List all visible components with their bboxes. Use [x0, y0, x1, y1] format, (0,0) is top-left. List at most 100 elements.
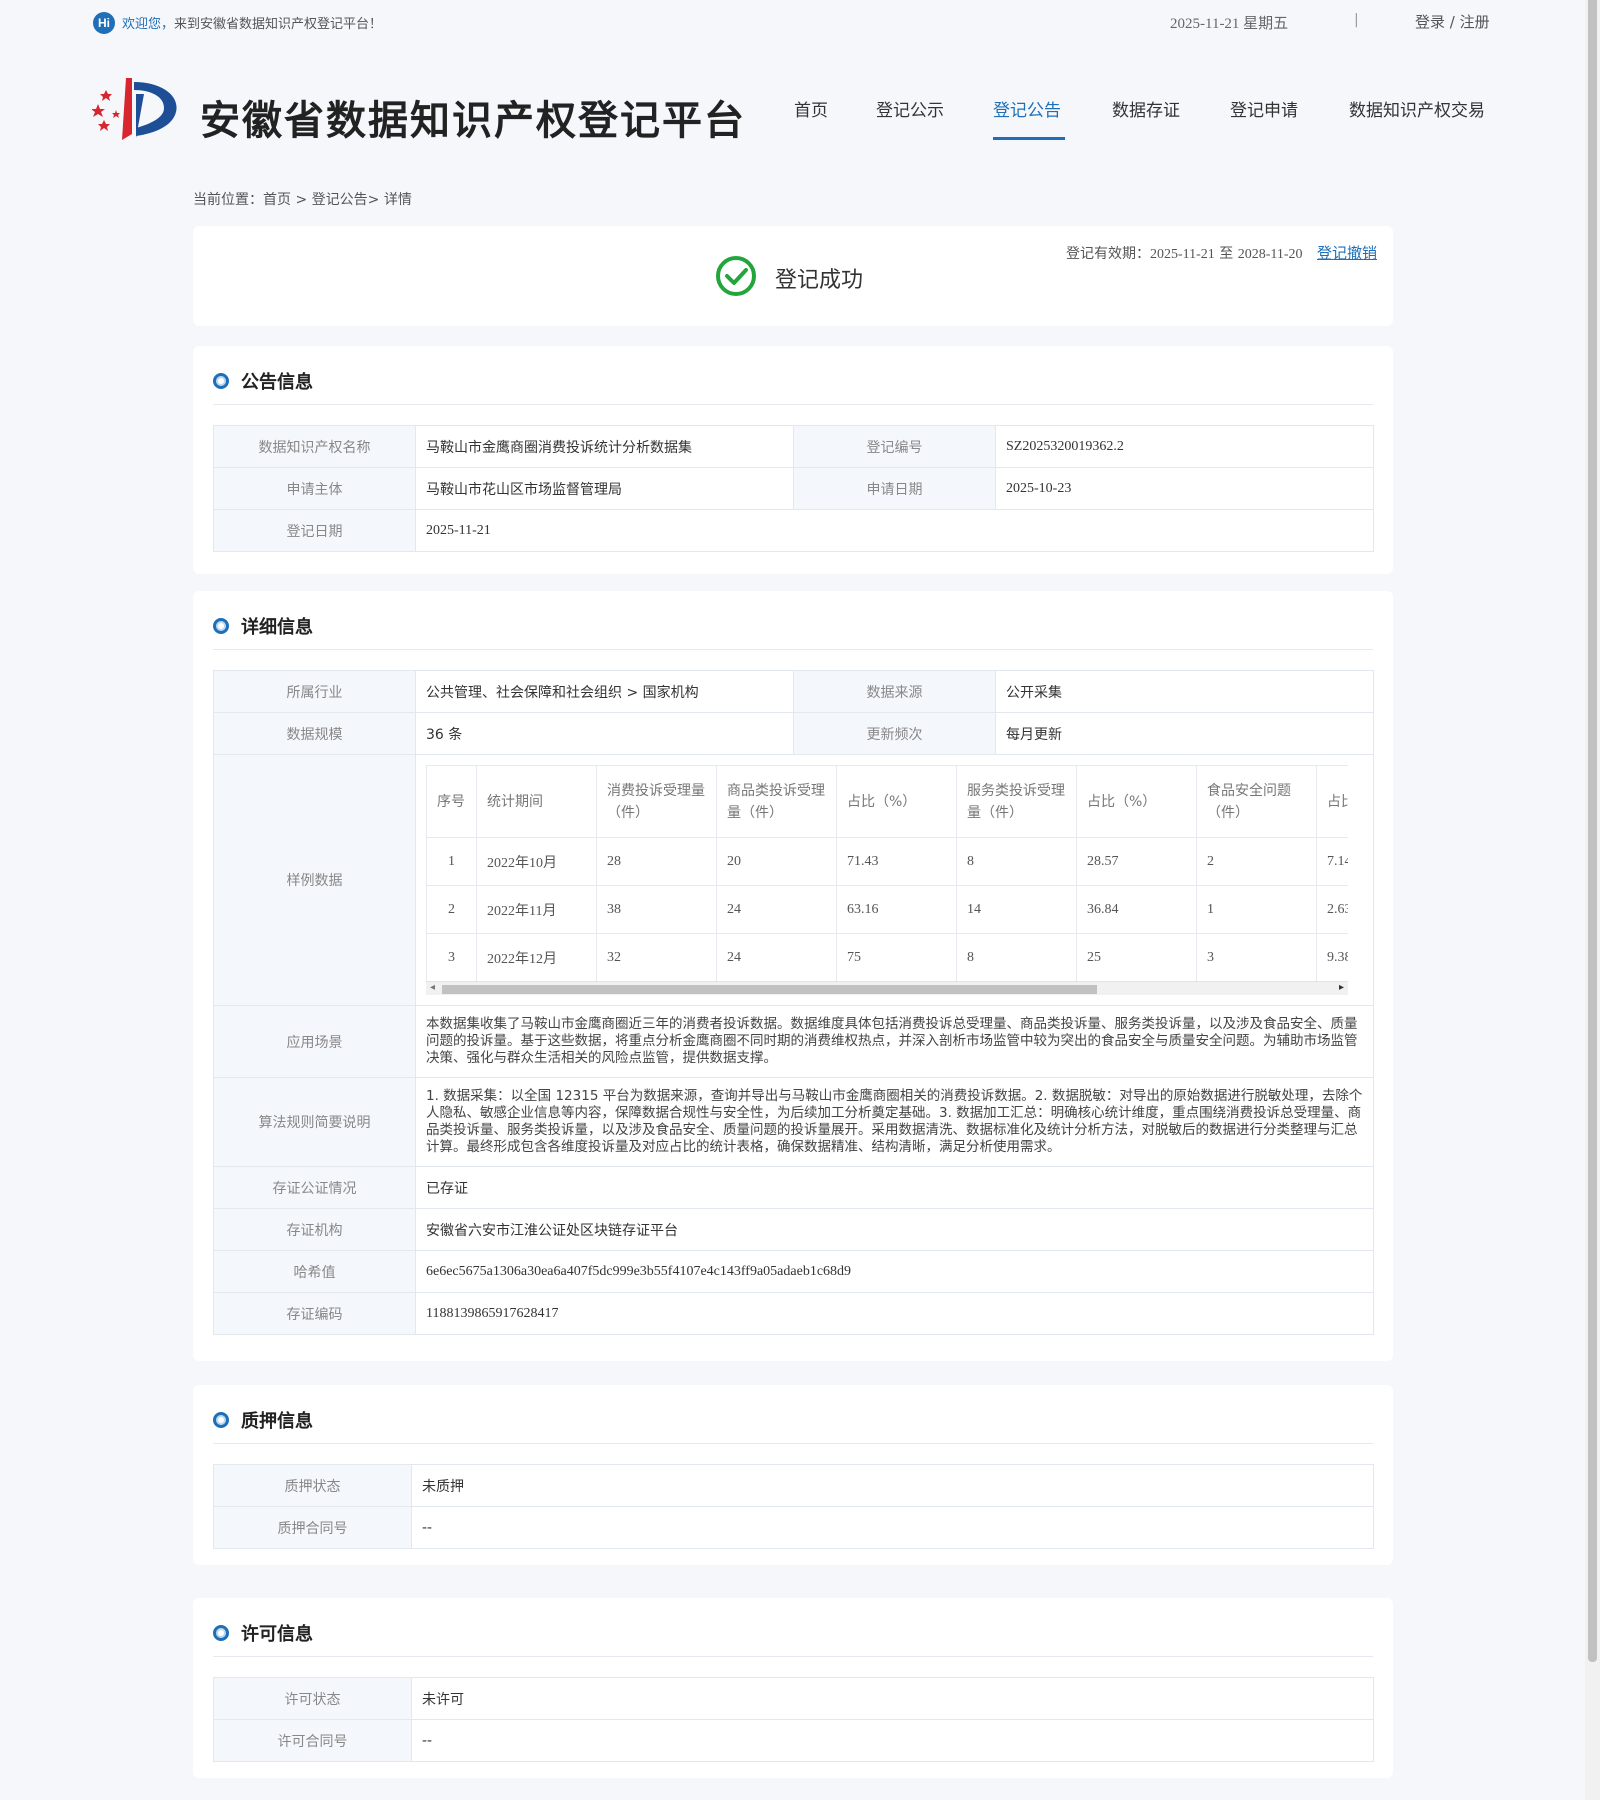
hi-icon: Hi [93, 12, 115, 34]
section-header: 公告信息 [213, 366, 313, 396]
sample-horizontal-scrollbar[interactable]: ◂ ▸ [426, 981, 1348, 995]
breadcrumb-section[interactable]: 登记公告 [312, 192, 368, 208]
pledge-card: 质押信息 质押状态 未质押 质押合同号 -- [193, 1385, 1393, 1565]
login-link[interactable]: 登录 [1415, 13, 1445, 31]
page-vertical-scrollbar[interactable] [1585, 0, 1600, 1800]
freq-label: 更新频次 [793, 712, 996, 755]
nav-publicity[interactable]: 登记公示 [876, 96, 944, 121]
section-title: 许可信息 [241, 1624, 313, 1645]
section-divider [213, 1443, 1373, 1444]
algo-text: 1. 数据采集：以全国 12315 平台为数据来源，查询并导出与马鞍山市金鹰商圈… [426, 1088, 1363, 1155]
table-row: 质押状态 未质押 [213, 1464, 1374, 1507]
nav-announcement[interactable]: 登记公告 [993, 96, 1061, 121]
scroll-right-arrow-icon[interactable]: ▸ [1339, 982, 1344, 993]
reg-date-label: 登记日期 [213, 509, 416, 552]
sample-header: 占比（%） [1076, 765, 1197, 838]
nav-apply[interactable]: 登记申请 [1230, 96, 1298, 121]
revoke-link[interactable]: 登记撤销 [1317, 242, 1377, 263]
section-title: 公告信息 [241, 372, 313, 393]
sample-cell: 25 [1076, 933, 1197, 982]
sample-scroll-area[interactable]: 序号 统计期间 消费投诉受理量（件） 商品类投诉受理量（件） 占比（%） 服务类… [426, 765, 1348, 995]
reg-no-value: SZ2025320019362.2 [995, 425, 1374, 468]
sample-cell: 2022年10月 [476, 837, 597, 886]
auth-links: 登录 / 注册 [1415, 11, 1490, 32]
success-check-icon [716, 256, 756, 296]
section-bullet-icon [213, 373, 229, 389]
section-divider [213, 1656, 1373, 1657]
apply-date-label: 申请日期 [793, 467, 996, 510]
sample-cell: 3 [1196, 933, 1317, 982]
table-row: 许可合同号 -- [213, 1719, 1374, 1762]
pledge-contract-label: 质押合同号 [213, 1506, 412, 1549]
table-row: 应用场景 本数据集收集了马鞍山市金鹰商圈近三年的消费者投诉数据。数据维度具体包括… [213, 1005, 1374, 1078]
section-title: 详细信息 [241, 617, 313, 638]
sample-header: 商品类投诉受理量（件） [716, 765, 837, 838]
license-contract-label: 许可合同号 [213, 1719, 412, 1762]
validity-label: 登记有效期： [1066, 246, 1150, 262]
status-card: 登记成功 登记有效期：2025-11-21 至 2028-11-20 登记撤销 [193, 226, 1393, 326]
code-label: 存证编码 [213, 1292, 416, 1335]
sample-cell: 20 [716, 837, 837, 886]
pledge-contract-value: -- [411, 1506, 1374, 1549]
detail-table: 所属行业 公共管理、社会保障和社会组织 > 国家机构 数据来源 公开采集 数据规… [213, 670, 1374, 1335]
breadcrumb: 当前位置：首页 > 登记公告> 详情 [193, 189, 412, 209]
license-table: 许可状态 未许可 许可合同号 -- [213, 1677, 1374, 1762]
scale-value: 36 条 [415, 712, 794, 755]
org-label: 存证机构 [213, 1208, 416, 1251]
auth-slash: / [1445, 13, 1460, 31]
sample-cell: 8 [956, 933, 1077, 982]
license-status-label: 许可状态 [213, 1677, 412, 1720]
sample-cell: 序号 统计期间 消费投诉受理量（件） 商品类投诉受理量（件） 占比（%） 服务类… [415, 754, 1374, 1006]
nav-active-indicator [993, 137, 1065, 140]
sample-cell: 2022年12月 [476, 933, 597, 982]
sample-cell: 36.84 [1076, 885, 1197, 934]
sample-cell: 2.63 [1316, 885, 1348, 934]
reg-no-label: 登记编号 [793, 425, 996, 468]
nav-home[interactable]: 首页 [794, 96, 828, 121]
welcome-highlight: 欢迎您， [122, 17, 175, 32]
freq-value: 每月更新 [995, 712, 1374, 755]
sample-header: 统计期间 [476, 765, 597, 838]
section-header: 质押信息 [213, 1405, 313, 1435]
section-header: 详细信息 [213, 611, 313, 641]
table-row: 质押合同号 -- [213, 1506, 1374, 1549]
pledge-table: 质押状态 未质押 质押合同号 -- [213, 1464, 1374, 1549]
sample-cell: 28.57 [1076, 837, 1197, 886]
register-link[interactable]: 注册 [1460, 13, 1490, 31]
scrollbar-thumb[interactable] [1588, 0, 1597, 1662]
scroll-left-arrow-icon[interactable]: ◂ [430, 982, 435, 993]
license-status-value: 未许可 [411, 1677, 1374, 1720]
nav-trade[interactable]: 数据知识产权交易 [1349, 96, 1485, 121]
sample-header: 消费投诉受理量（件） [596, 765, 717, 838]
table-row: 申请主体 马鞍山市花山区市场监督管理局 申请日期 2025-10-23 [213, 467, 1374, 510]
sample-cell: 38 [596, 885, 717, 934]
sample-cell: 7.14 [1316, 837, 1348, 886]
sample-cell: 32 [596, 933, 717, 982]
scrollbar-thumb[interactable] [442, 985, 1097, 994]
table-row: 登记日期 2025-11-21 [213, 509, 1374, 552]
sample-cell: 14 [956, 885, 1077, 934]
table-row: 存证机构 安徽省六安市江淮公证处区块链存证平台 [213, 1208, 1374, 1251]
sample-header: 食品安全问题（件） [1196, 765, 1317, 838]
apply-date-value: 2025-10-23 [995, 467, 1374, 510]
source-value: 公开采集 [995, 670, 1374, 713]
breadcrumb-home[interactable]: 首页 [263, 192, 291, 208]
site-logo-icon[interactable] [92, 74, 178, 142]
breadcrumb-sep: > [367, 192, 384, 208]
sample-cell: 63.16 [836, 885, 957, 934]
validity-from: 2025-11-21 [1150, 247, 1215, 262]
license-contract-value: -- [411, 1719, 1374, 1762]
section-divider [213, 404, 1373, 405]
name-label: 数据知识产权名称 [213, 425, 416, 468]
sample-cell: 8 [956, 837, 1077, 886]
sample-row: 1 2022年10月 28 20 71.43 8 28.57 2 7.14 [426, 837, 1348, 886]
section-bullet-icon [213, 618, 229, 634]
table-row: 算法规则简要说明 1. 数据采集：以全国 12315 平台为数据来源，查询并导出… [213, 1077, 1374, 1167]
sample-cell: 24 [716, 885, 837, 934]
nav-data-evidence[interactable]: 数据存证 [1112, 96, 1180, 121]
notary-label: 存证公证情况 [213, 1166, 416, 1209]
applicant-label: 申请主体 [213, 467, 416, 510]
sample-cell: 2022年11月 [476, 885, 597, 934]
validity-to: 2028-11-20 [1237, 247, 1303, 262]
reg-date-value: 2025-11-21 [415, 509, 1374, 552]
